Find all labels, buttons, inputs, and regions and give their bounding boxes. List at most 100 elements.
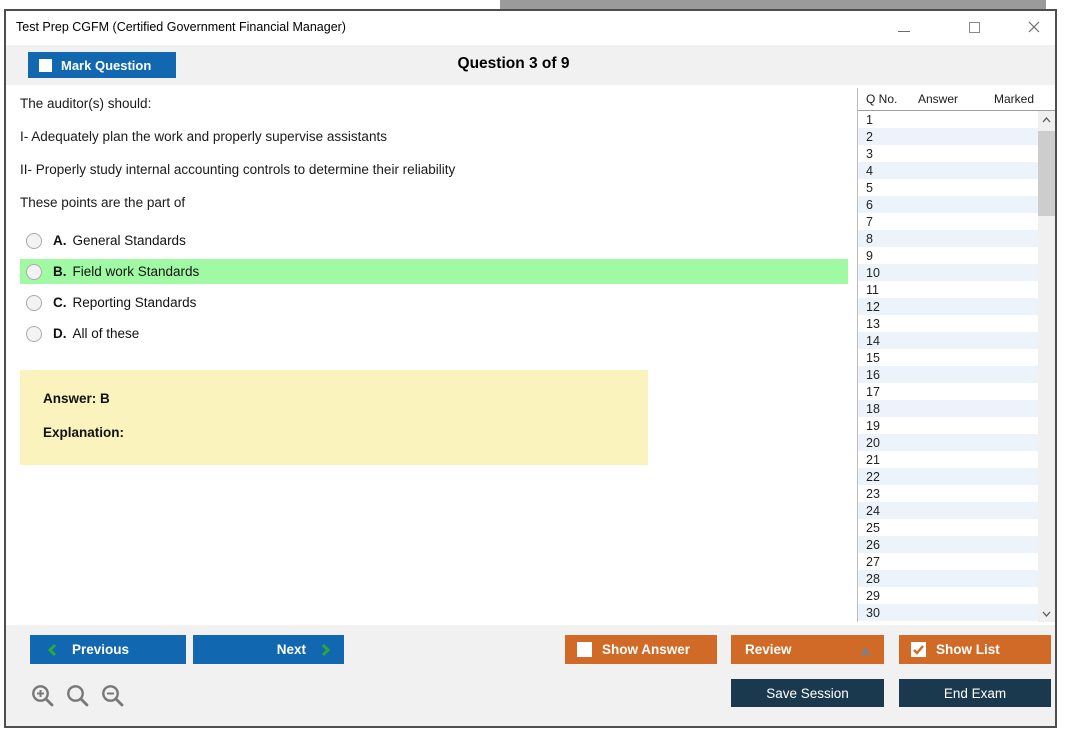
minimize-button[interactable] xyxy=(887,11,921,43)
cell-qno: 18 xyxy=(866,401,880,416)
review-label: Review xyxy=(745,642,792,657)
question-list-row[interactable]: 26 xyxy=(858,536,1038,553)
question-list-panel: Q No. Answer Marked 1 2 3 4 5 6 7 8 9 10… xyxy=(857,88,1055,622)
end-exam-label: End Exam xyxy=(943,685,1007,701)
window-title: Test Prep CGFM (Certified Government Fin… xyxy=(16,20,346,34)
show-answer-checkbox[interactable] xyxy=(577,642,592,657)
show-list-button[interactable]: Show List xyxy=(899,635,1051,664)
scroll-down-button[interactable] xyxy=(1038,605,1055,622)
question-list-row[interactable]: 7 xyxy=(858,213,1038,230)
cell-qno: 12 xyxy=(866,299,880,314)
answer-option[interactable]: D. All of these xyxy=(20,321,848,346)
question-list-row[interactable]: 27 xyxy=(858,553,1038,570)
show-answer-button[interactable]: Show Answer xyxy=(565,635,717,664)
question-list-row[interactable]: 15 xyxy=(858,349,1038,366)
question-text-line: II- Properly study internal accounting c… xyxy=(20,162,456,177)
question-list-row[interactable]: 19 xyxy=(858,417,1038,434)
option-letter: D. xyxy=(53,326,67,341)
question-list-row[interactable]: 20 xyxy=(858,434,1038,451)
cell-qno: 17 xyxy=(866,384,880,399)
question-list-row[interactable]: 22 xyxy=(858,468,1038,485)
option-text: Field work Standards xyxy=(72,264,200,279)
zoom-in-icon[interactable] xyxy=(30,683,56,709)
question-list-row[interactable]: 5 xyxy=(858,179,1038,196)
option-text: Reporting Standards xyxy=(72,295,197,310)
maximize-button[interactable] xyxy=(957,11,991,43)
cell-qno: 16 xyxy=(866,367,880,382)
question-list-row[interactable]: 29 xyxy=(858,587,1038,604)
chevron-up-icon xyxy=(1042,116,1051,122)
scrollbar-thumb[interactable] xyxy=(1038,131,1055,216)
answer-option[interactable]: C. Reporting Standards xyxy=(20,290,848,315)
review-button[interactable]: Review xyxy=(731,635,884,664)
option-text: All of these xyxy=(72,326,140,341)
question-list-row[interactable]: 21 xyxy=(858,451,1038,468)
question-list-row[interactable]: 24 xyxy=(858,502,1038,519)
question-list-scrollbar[interactable] xyxy=(1038,111,1055,622)
radio-button-icon[interactable] xyxy=(26,294,42,311)
zoom-out-icon[interactable] xyxy=(100,683,126,709)
cell-qno: 26 xyxy=(866,537,880,552)
cell-qno: 27 xyxy=(866,554,880,569)
show-list-label: Show List xyxy=(936,642,1000,657)
save-session-button[interactable]: Save Session xyxy=(731,679,884,707)
triangle-up-icon xyxy=(860,647,871,655)
question-list-row[interactable]: 13 xyxy=(858,315,1038,332)
maximize-icon xyxy=(968,21,980,33)
next-button[interactable]: Next xyxy=(193,635,344,664)
question-list-row[interactable]: 14 xyxy=(858,332,1038,349)
cell-qno: 14 xyxy=(866,333,880,348)
app-window: Test Prep CGFM (Certified Government Fin… xyxy=(4,9,1057,728)
end-exam-button[interactable]: End Exam xyxy=(899,679,1051,707)
answer-box: Answer: B Explanation: xyxy=(20,370,648,465)
cell-qno: 6 xyxy=(866,197,873,212)
question-list-row[interactable]: 18 xyxy=(858,400,1038,417)
question-list-row[interactable]: 16 xyxy=(858,366,1038,383)
cell-qno: 13 xyxy=(866,316,880,331)
question-list-row[interactable]: 12 xyxy=(858,298,1038,315)
question-list-row[interactable]: 2 xyxy=(858,128,1038,145)
cell-qno: 11 xyxy=(866,282,879,297)
question-list-row[interactable]: 11 xyxy=(858,281,1038,298)
scroll-up-button[interactable] xyxy=(1038,111,1055,128)
question-list-row[interactable]: 25 xyxy=(858,519,1038,536)
column-header-marked: Marked xyxy=(994,92,1035,106)
question-list-row[interactable]: 30 xyxy=(858,604,1038,621)
answer-option[interactable]: A. General Standards xyxy=(20,228,848,253)
question-list-row[interactable]: 1 xyxy=(858,111,1038,128)
options-list: A. General Standards B. Field work Stand… xyxy=(20,228,848,352)
question-list-row[interactable]: 8 xyxy=(858,230,1038,247)
minimize-icon xyxy=(898,30,910,32)
cell-qno: 23 xyxy=(866,486,880,501)
radio-button-icon[interactable] xyxy=(26,325,42,342)
radio-button-icon[interactable] xyxy=(26,263,42,280)
explanation-label: Explanation: xyxy=(43,425,125,440)
question-text-line: The auditor(s) should: xyxy=(20,96,152,111)
check-icon xyxy=(913,645,924,655)
header-strip: Mark Question Question 3 of 9 xyxy=(6,45,1055,85)
show-list-checkbox[interactable] xyxy=(911,642,926,657)
answer-option[interactable]: B. Field work Standards xyxy=(20,259,848,284)
question-list-row[interactable]: 6 xyxy=(858,196,1038,213)
cell-qno: 29 xyxy=(866,588,880,603)
close-button[interactable] xyxy=(1017,11,1051,43)
cell-qno: 4 xyxy=(866,163,873,178)
previous-button[interactable]: Previous xyxy=(30,635,186,664)
question-list-row[interactable]: 10 xyxy=(858,264,1038,281)
radio-button-icon[interactable] xyxy=(26,232,42,249)
option-letter: A. xyxy=(53,233,67,248)
question-list-row[interactable]: 3 xyxy=(858,145,1038,162)
background-window-edge xyxy=(500,0,1046,9)
question-list-row[interactable]: 28 xyxy=(858,570,1038,587)
cell-qno: 5 xyxy=(866,180,873,195)
save-session-label: Save Session xyxy=(766,685,849,701)
question-list-row[interactable]: 4 xyxy=(858,162,1038,179)
option-text: General Standards xyxy=(72,233,186,248)
footer-bar: Previous Next Show Answer Review Show Li… xyxy=(6,625,1055,726)
cell-qno: 10 xyxy=(866,265,880,280)
question-list-header: Q No. Answer Marked xyxy=(858,88,1055,111)
zoom-reset-icon[interactable] xyxy=(65,683,91,709)
question-list-row[interactable]: 9 xyxy=(858,247,1038,264)
question-list-row[interactable]: 17 xyxy=(858,383,1038,400)
question-list-row[interactable]: 23 xyxy=(858,485,1038,502)
